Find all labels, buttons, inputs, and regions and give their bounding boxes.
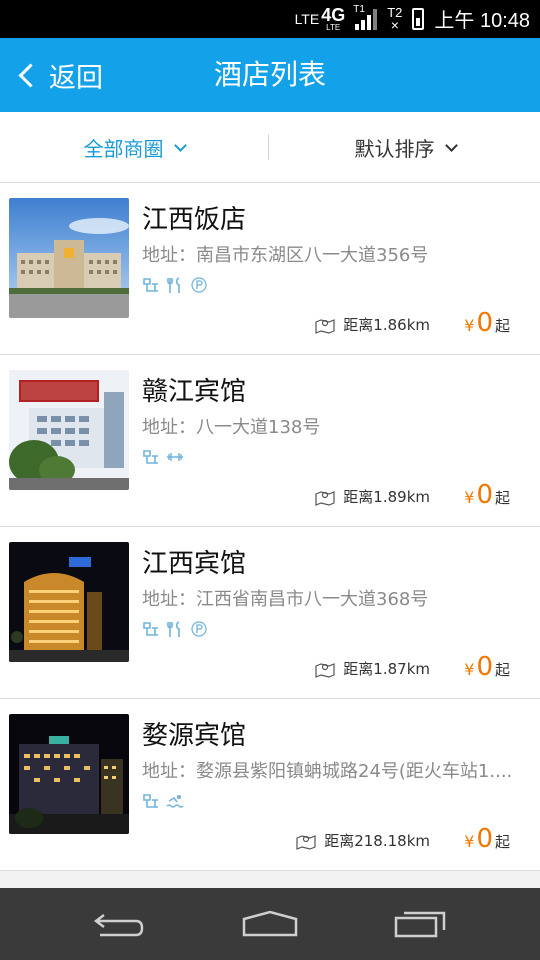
restaurant-icon bbox=[167, 621, 180, 637]
back-button[interactable]: 返回 bbox=[16, 38, 103, 112]
hotel-list-item[interactable]: 赣江宾馆 地址：八一大道138号 距离1.89km ¥ 0 起 bbox=[0, 355, 540, 527]
nav-back-button[interactable] bbox=[70, 898, 170, 950]
hotel-name: 赣江宾馆 bbox=[142, 377, 247, 407]
wifi-icon bbox=[143, 278, 158, 292]
map-location-icon bbox=[296, 834, 316, 850]
chevron-down-icon bbox=[173, 138, 187, 152]
hotel-list-item[interactable]: 婺源宾馆 地址：婺源县紫阳镇蚺城路24号(距火车站1.... 距离218.18k… bbox=[0, 699, 540, 871]
price: ¥ 0 起 bbox=[464, 824, 510, 854]
sim2-no-signal-icon: T2 × bbox=[387, 4, 403, 33]
map-location-icon bbox=[315, 318, 335, 334]
sort-dropdown[interactable]: 默认排序 bbox=[270, 112, 540, 182]
hotel-address: 地址：八一大道138号 bbox=[142, 417, 321, 438]
hotel-photo bbox=[9, 198, 129, 318]
hotel-list-item[interactable]: 江西宾馆 地址：江西省南昌市八一大道368号 距离1.87km ¥ 0 起 bbox=[0, 527, 540, 699]
price: ¥ 0 起 bbox=[464, 480, 510, 510]
hotel-address: 地址：婺源县紫阳镇蚺城路24号(距火车站1.... bbox=[142, 761, 513, 782]
distance: 距离1.89km bbox=[315, 486, 430, 507]
hotel-name: 江西饭店 bbox=[142, 205, 247, 235]
hotel-address: 地址：江西省南昌市八一大道368号 bbox=[142, 589, 429, 610]
hotel-name: 婺源宾馆 bbox=[142, 721, 247, 751]
nav-home-button[interactable] bbox=[220, 898, 320, 950]
home-icon bbox=[242, 910, 298, 937]
filter-divider bbox=[268, 134, 269, 160]
hotel-photo bbox=[9, 542, 129, 662]
chevron-left-icon bbox=[18, 62, 43, 88]
gym-icon bbox=[167, 453, 183, 461]
amenity-icons bbox=[142, 276, 208, 294]
wifi-icon bbox=[143, 622, 158, 636]
amenity-icons bbox=[142, 792, 184, 810]
back-arrow-icon bbox=[93, 914, 144, 937]
wifi-icon bbox=[143, 450, 158, 464]
parking-icon bbox=[191, 277, 207, 293]
status-time: 上午 10:48 bbox=[434, 10, 530, 32]
parking-icon bbox=[191, 621, 207, 637]
wifi-icon bbox=[143, 794, 158, 808]
area-filter-label: 全部商圈 bbox=[83, 136, 164, 161]
amenity-icons bbox=[142, 448, 184, 466]
distance: 距离1.86km bbox=[315, 314, 430, 335]
back-label: 返回 bbox=[49, 62, 103, 94]
distance: 距离218.18km bbox=[296, 830, 430, 851]
price: ¥ 0 起 bbox=[464, 308, 510, 338]
system-navigation-bar bbox=[0, 888, 540, 960]
price: ¥ 0 起 bbox=[464, 652, 510, 682]
amenity-icons bbox=[142, 620, 208, 638]
hotel-list: 江西饭店 地址：南昌市东湖区八一大道356号 距离1.86km ¥ 0 起 赣江… bbox=[0, 183, 540, 871]
swimming-icon bbox=[166, 795, 184, 808]
nav-recents-button[interactable] bbox=[370, 898, 470, 950]
area-filter-dropdown[interactable]: 全部商圈 bbox=[0, 112, 268, 182]
recent-apps-icon bbox=[394, 911, 446, 938]
filter-bar: 全部商圈 默认排序 bbox=[0, 112, 540, 183]
signal-strength-icon: T1 bbox=[353, 4, 378, 30]
restaurant-icon bbox=[167, 277, 180, 293]
app-bar: 酒店列表 返回 bbox=[0, 38, 540, 112]
chevron-down-icon bbox=[444, 138, 458, 152]
map-location-icon bbox=[315, 490, 335, 506]
hotel-photo bbox=[9, 370, 129, 490]
status-bar: LTE 4G LTE T1 T2 × 上午 10:48 bbox=[0, 0, 540, 38]
hotel-name: 江西宾馆 bbox=[142, 549, 247, 579]
hotel-list-item[interactable]: 江西饭店 地址：南昌市东湖区八一大道356号 距离1.86km ¥ 0 起 bbox=[0, 183, 540, 355]
distance: 距离1.87km bbox=[315, 658, 430, 679]
hotel-photo bbox=[9, 714, 129, 834]
sort-label: 默认排序 bbox=[354, 136, 435, 161]
map-location-icon bbox=[315, 662, 335, 678]
hotel-address: 地址：南昌市东湖区八一大道356号 bbox=[142, 245, 429, 266]
network-indicator: LTE 4G LTE bbox=[294, 4, 346, 32]
battery-icon bbox=[412, 7, 425, 30]
